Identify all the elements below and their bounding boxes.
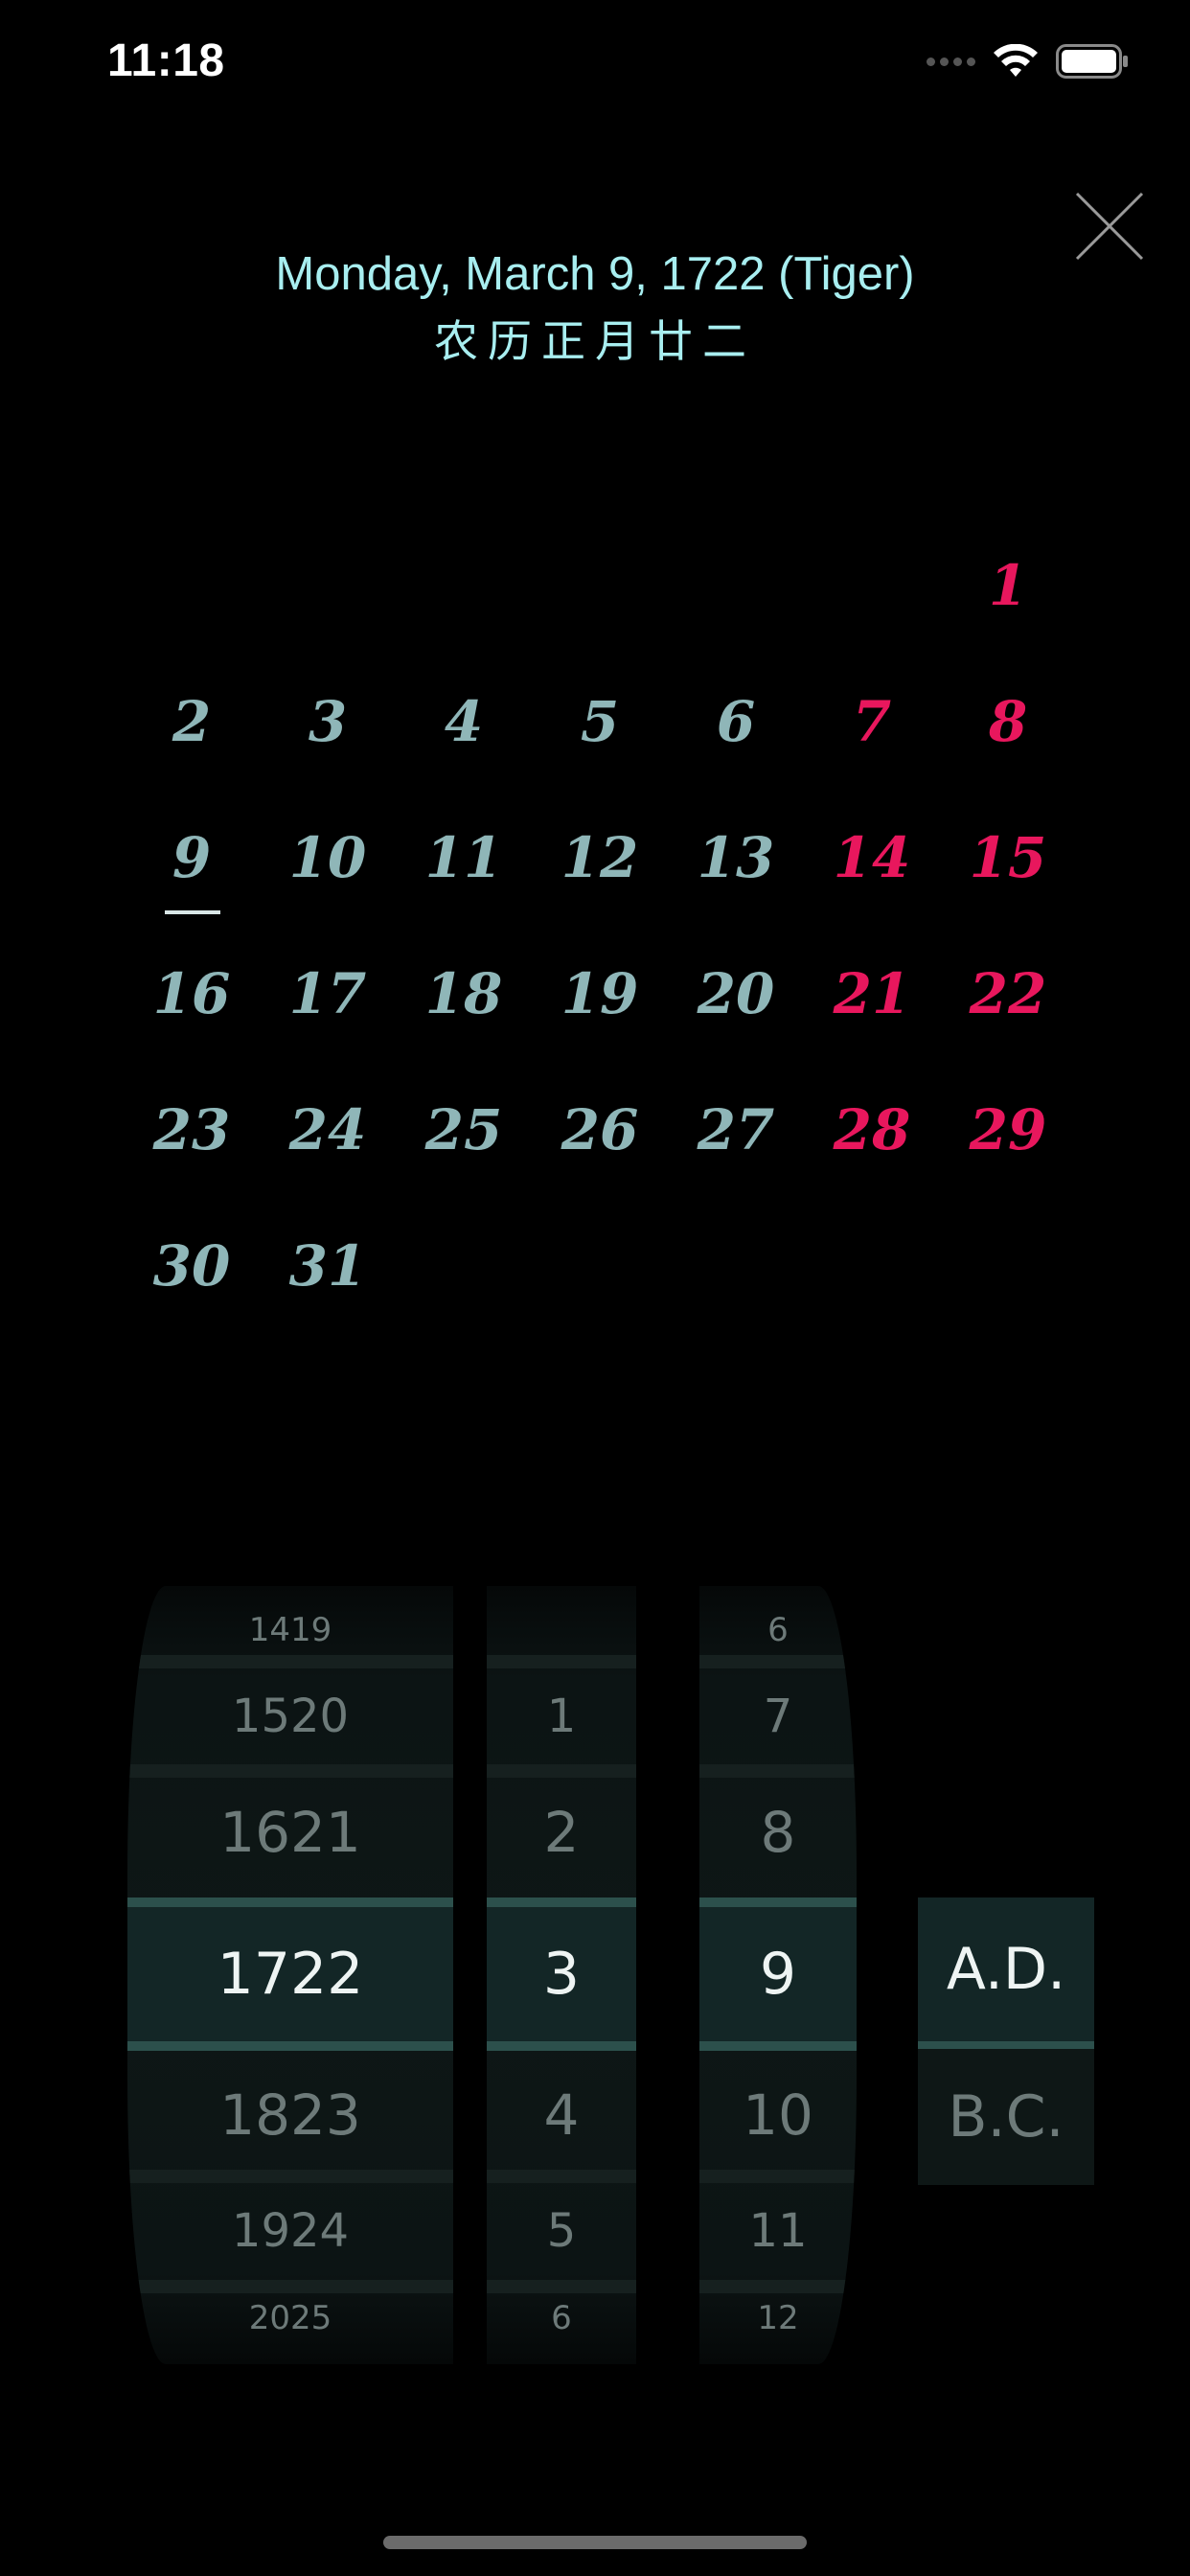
wheel-separator — [127, 1764, 453, 1778]
calendar-day[interactable]: 22 — [940, 926, 1076, 1062]
wheel-option[interactable]: 1520 — [127, 1668, 453, 1764]
wheel-option[interactable]: 1823 — [127, 2060, 453, 2170]
cellular-signal-icon — [927, 57, 975, 66]
calendar-day[interactable]: 21 — [804, 926, 940, 1062]
calendar-day[interactable]: 15 — [940, 790, 1076, 926]
calendar-day[interactable]: 1 — [940, 518, 1076, 654]
calendar-day[interactable]: 28 — [804, 1062, 940, 1198]
home-indicator — [383, 2536, 807, 2549]
era-bc-option[interactable]: B.C. — [918, 2049, 1094, 2185]
wheel-option[interactable]: 5 — [487, 2182, 636, 2280]
calendar-day[interactable]: 20 — [668, 926, 804, 1062]
selected-day-underline — [165, 910, 220, 914]
calendar-day[interactable]: 31 — [260, 1198, 396, 1334]
calendar-day[interactable]: 18 — [396, 926, 532, 1062]
status-bar: 11:18 — [0, 0, 1190, 134]
lunar-date-subtitle: 农历正月廿二 — [434, 315, 756, 367]
selected-date-title: Monday, March 9, 1722 (Tiger) — [275, 248, 915, 300]
calendar-day[interactable]: 26 — [532, 1062, 668, 1198]
calendar-day[interactable]: 19 — [532, 926, 668, 1062]
wheel-separator — [487, 2280, 636, 2293]
era-bc-label: B.C. — [948, 2083, 1064, 2150]
calendar-day[interactable]: 14 — [804, 790, 940, 926]
wheel-option[interactable]: 1924 — [127, 2182, 453, 2280]
wheel-option[interactable]: 12 — [699, 2293, 857, 2343]
wheel-separator — [487, 1655, 636, 1668]
wheel-option[interactable]: 2 — [487, 1778, 636, 1887]
calendar-day[interactable]: 17 — [260, 926, 396, 1062]
era-ad-label: A.D. — [946, 1936, 1066, 2003]
status-icons — [927, 42, 1129, 80]
calendar-day[interactable]: 27 — [668, 1062, 804, 1198]
wheel-option[interactable]: 6 — [699, 1605, 857, 1655]
calendar-day[interactable]: 3 — [260, 654, 396, 790]
calendar-day[interactable]: 24 — [260, 1062, 396, 1198]
calendar-day[interactable]: 25 — [396, 1062, 532, 1198]
calendar-day[interactable]: 29 — [940, 1062, 1076, 1198]
wheel-separator — [699, 1764, 857, 1778]
calendar-day[interactable]: 10 — [260, 790, 396, 926]
wheel-option[interactable]: 7 — [699, 1668, 857, 1764]
wheel-separator — [127, 1655, 453, 1668]
calendar-day[interactable]: 6 — [668, 654, 804, 790]
wheel-selected-value[interactable]: 1722 — [127, 1898, 453, 2051]
calendar-day[interactable]: 8 — [940, 654, 1076, 790]
wheel-separator — [699, 2280, 857, 2293]
wheel-selected-value[interactable]: 9 — [699, 1898, 857, 2051]
wheel-selected-value[interactable]: 3 — [487, 1898, 636, 2051]
wheel-separator — [699, 2170, 857, 2183]
calendar-day[interactable]: 13 — [668, 790, 804, 926]
wheel-option[interactable]: 2025 — [127, 2293, 453, 2343]
calendar-day[interactable]: 23 — [124, 1062, 260, 1198]
wheel-separator — [699, 1655, 857, 1668]
calendar-day[interactable]: 5 — [532, 654, 668, 790]
wheel-separator — [127, 2280, 453, 2293]
unit-digit-wheel[interactable]: 6 7 8 10 11 12 9 — [699, 1586, 857, 2364]
wheel-option[interactable]: 1621 — [127, 1778, 453, 1887]
century-digit-wheel[interactable]: 1 2 4 5 6 3 — [487, 1586, 636, 2364]
battery-icon — [1056, 44, 1128, 79]
status-time: 11:18 — [107, 35, 225, 86]
date-picker: 1419 1520 1621 1823 1924 2025 1722 124563 6781… — [0, 1586, 1190, 2364]
wheel-option[interactable]: 10 — [699, 2060, 857, 2170]
wheel-option[interactable]: 1 — [487, 1668, 636, 1764]
calendar-day[interactable]: 7 — [804, 654, 940, 790]
wheel-separator — [487, 2170, 636, 2183]
year-wheel[interactable]: 1419 1520 1621 1823 1924 2025 1722 — [127, 1586, 453, 2364]
calendar-day[interactable]: 9 — [124, 790, 260, 926]
wifi-icon — [994, 44, 1038, 77]
wheel-option[interactable]: 4 — [487, 2060, 636, 2170]
era-ad-option[interactable]: A.D. — [918, 1898, 1094, 2049]
calendar-day[interactable]: 2 — [124, 654, 260, 790]
wheel-separator — [487, 1764, 636, 1778]
wheel-option[interactable]: 8 — [699, 1778, 857, 1887]
calendar-day[interactable]: 16 — [124, 926, 260, 1062]
calendar-day[interactable]: 30 — [124, 1198, 260, 1334]
wheel-separator — [127, 2170, 453, 2183]
wheel-option[interactable]: 11 — [699, 2182, 857, 2280]
calendar-day[interactable]: 4 — [396, 654, 532, 790]
wheel-option[interactable]: 1419 — [127, 1605, 453, 1655]
calendar-day[interactable]: 12 — [532, 790, 668, 926]
calendar-day[interactable]: 11 — [396, 790, 532, 926]
wheel-option[interactable]: 6 — [487, 2293, 636, 2343]
